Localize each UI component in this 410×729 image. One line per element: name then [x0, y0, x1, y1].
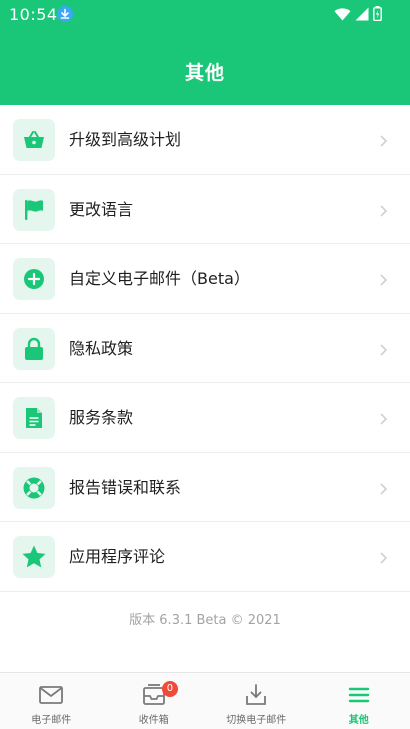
nav-item-email[interactable]: 电子邮件: [0, 673, 103, 729]
menu-item-privacy[interactable]: 隐私政策: [0, 314, 410, 383]
menu-item-report-bug[interactable]: 报告错误和联系: [0, 453, 410, 522]
nav-label: 切换电子邮件: [226, 715, 287, 726]
signal-icon: [355, 6, 369, 25]
status-time: 10:54: [9, 5, 58, 24]
download-tray-icon: [243, 684, 269, 706]
plus-circle-icon: [13, 258, 55, 300]
battery-icon: [373, 6, 382, 25]
menu-item-label: 应用程序评论: [69, 547, 166, 566]
nav-label: 电子邮件: [31, 715, 72, 726]
menu-item-label: 报告错误和联系: [69, 477, 182, 497]
chevron-right-icon: [376, 411, 390, 425]
menu-item-app-review[interactable]: 应用程序评论: [0, 522, 410, 592]
menu-item-language[interactable]: 更改语言: [0, 175, 410, 244]
nav-item-inbox[interactable]: 0 收件箱: [103, 673, 206, 729]
page-title: 其他: [184, 62, 225, 84]
chevron-right-icon: [376, 133, 390, 147]
chevron-right-icon: [376, 203, 390, 217]
status-bar: 10:54: [0, 0, 410, 28]
lifebuoy-icon: [13, 466, 55, 509]
lock-icon: [13, 327, 55, 370]
flag-icon: [13, 188, 55, 231]
menu-item-label: 更改语言: [69, 199, 134, 219]
wifi-icon: [334, 6, 351, 25]
mail-icon: [38, 684, 64, 706]
chevron-right-icon: [376, 342, 390, 356]
nav-label: 收件箱: [138, 715, 169, 726]
app-header: 10:54 其他: [0, 0, 410, 105]
chevron-right-icon: [376, 550, 390, 564]
status-icons: [334, 6, 382, 25]
bottom-nav: 电子邮件 0 收件箱 切换电子邮件 其他: [0, 672, 410, 729]
chevron-right-icon: [376, 272, 390, 286]
menu-item-label: 升级到高级计划: [69, 130, 182, 149]
basket-icon: [13, 119, 55, 161]
nav-item-switch-email[interactable]: 切换电子邮件: [205, 673, 308, 729]
menu-item-terms[interactable]: 服务条款: [0, 383, 410, 453]
menu-item-custom-email[interactable]: 自定义电子邮件（Beta）: [0, 244, 410, 314]
menu-icon: [346, 684, 372, 706]
nav-item-other[interactable]: 其他: [308, 673, 410, 729]
download-icon: [57, 6, 73, 22]
document-icon: [13, 397, 55, 439]
version-text: 版本 6.3.1 Beta © 2021: [129, 613, 281, 628]
star-icon: [13, 536, 55, 578]
settings-list: 升级到高级计划 更改语言 自定义电子邮件（Beta） 隐私政策 服务条款 报告错…: [0, 105, 410, 592]
unread-badge: 0: [161, 681, 178, 697]
menu-item-label: 服务条款: [69, 408, 134, 427]
chevron-right-icon: [376, 481, 390, 495]
nav-label: 其他: [348, 715, 369, 726]
menu-item-upgrade[interactable]: 升级到高级计划: [0, 105, 410, 175]
menu-item-label: 隐私政策: [69, 338, 134, 358]
menu-item-label: 自定义电子邮件（Beta）: [69, 269, 250, 288]
